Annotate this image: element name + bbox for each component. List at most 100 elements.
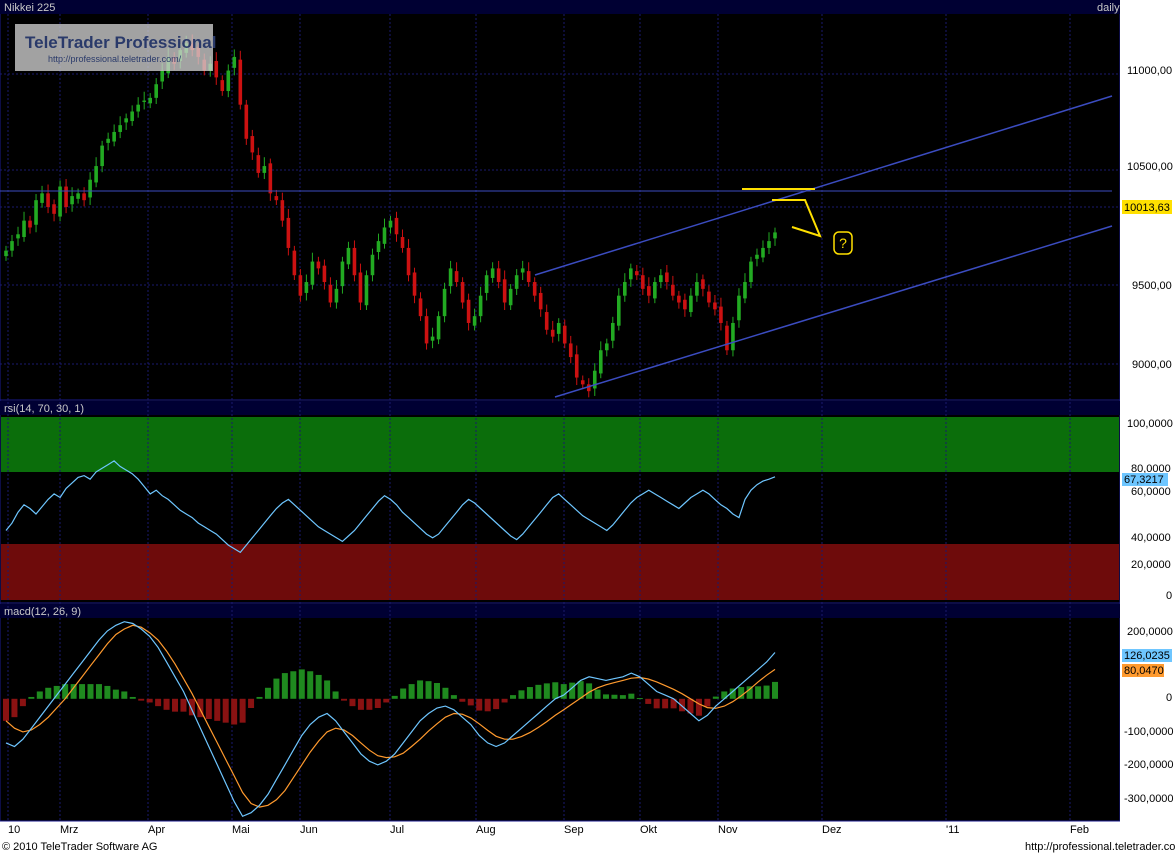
candle-body bbox=[767, 241, 771, 248]
candle-body bbox=[160, 70, 165, 82]
macd-histogram-bar bbox=[602, 694, 609, 699]
candle-body bbox=[653, 282, 657, 299]
candle-body bbox=[448, 268, 453, 287]
macd-histogram-bar bbox=[772, 681, 778, 699]
macd-histogram-bar bbox=[476, 698, 483, 711]
candle-body bbox=[556, 322, 561, 334]
candle-body bbox=[616, 295, 621, 326]
macd-tick-200: 200,0000 bbox=[1127, 626, 1173, 638]
month-label: Jun bbox=[300, 824, 318, 836]
candle-body bbox=[743, 282, 747, 299]
macd-histogram-bar bbox=[45, 687, 52, 699]
month-label: Mrz bbox=[60, 824, 78, 836]
candle-body bbox=[472, 316, 477, 326]
macd-histogram-bar bbox=[628, 693, 635, 699]
macd-histogram-bar bbox=[501, 698, 508, 703]
candle-body bbox=[635, 271, 639, 276]
candle-body bbox=[142, 100, 146, 102]
candle-body bbox=[376, 241, 381, 253]
macd-histogram-bar bbox=[417, 680, 424, 699]
candle-body bbox=[400, 237, 405, 248]
candle-body bbox=[526, 271, 531, 283]
candle-body bbox=[148, 97, 152, 104]
candle-body bbox=[707, 291, 711, 303]
x-axis-bg bbox=[0, 822, 1176, 836]
macd-histogram-bar bbox=[138, 698, 145, 701]
rsi-tick-100: 100,0000 bbox=[1127, 418, 1173, 430]
month-label: Nov bbox=[718, 824, 738, 836]
candle-body bbox=[346, 247, 351, 265]
candle-body bbox=[532, 282, 537, 296]
candle-body bbox=[112, 131, 116, 142]
candle-body bbox=[773, 232, 777, 239]
macd-histogram-bar bbox=[188, 698, 195, 716]
candle-body bbox=[725, 325, 729, 351]
candle-body bbox=[430, 336, 435, 341]
macd-histogram-bar bbox=[552, 682, 559, 699]
macd-histogram-bar bbox=[442, 687, 449, 699]
month-label: Okt bbox=[640, 824, 657, 836]
chart-canvas: ? TeleTrader Professional http://profess… bbox=[0, 0, 1176, 853]
macd-histogram-bar bbox=[332, 691, 339, 699]
rsi-last-value: 67,3217 bbox=[1124, 474, 1164, 486]
candle-body bbox=[520, 268, 525, 273]
candle-body bbox=[749, 261, 753, 283]
candle-body bbox=[550, 329, 555, 337]
macd-histogram-bar bbox=[763, 685, 770, 699]
macd-histogram-bar bbox=[712, 696, 719, 699]
macd-histogram-bar bbox=[526, 687, 533, 699]
candle-body bbox=[394, 217, 399, 235]
macd-histogram-bar bbox=[205, 698, 212, 719]
month-label: Sep bbox=[564, 824, 584, 836]
candle-body bbox=[100, 145, 104, 167]
macd-histogram-bar bbox=[653, 698, 660, 709]
price-last-value: 10013,63 bbox=[1124, 202, 1170, 214]
candle-body bbox=[238, 59, 243, 105]
macd-histogram-bar bbox=[79, 684, 86, 699]
macd-histogram-bar bbox=[256, 696, 263, 699]
price-tick-10500: 10500,00 bbox=[1127, 161, 1173, 173]
macd-title: macd(12, 26, 9) bbox=[4, 606, 81, 618]
candle-body bbox=[580, 380, 585, 385]
macd-histogram-bar bbox=[121, 691, 128, 699]
macd-tick-minus300: -300,0000 bbox=[1124, 793, 1174, 805]
candle-body bbox=[406, 247, 411, 276]
candle-body bbox=[34, 200, 38, 225]
candle-body bbox=[250, 136, 255, 153]
candle-body bbox=[544, 312, 549, 330]
footer-copyright: © 2010 TeleTrader Software AG bbox=[2, 841, 157, 853]
macd-histogram-bar bbox=[636, 698, 643, 700]
macd-histogram-bar bbox=[324, 680, 331, 699]
macd-histogram-bar bbox=[535, 684, 542, 699]
macd-histogram-bar bbox=[374, 698, 381, 708]
month-label: Apr bbox=[148, 824, 165, 836]
annotation-question-mark: ? bbox=[839, 235, 847, 251]
macd-histogram-bar bbox=[248, 698, 255, 708]
macd-histogram-bar bbox=[543, 683, 550, 699]
macd-histogram-bar bbox=[484, 698, 491, 712]
macd-histogram-bar bbox=[28, 696, 35, 699]
macd-histogram-bar bbox=[222, 698, 229, 723]
candle-body bbox=[629, 268, 633, 280]
candle-body bbox=[683, 299, 687, 310]
rsi-oversold-zone bbox=[1, 544, 1119, 600]
month-label: Jul bbox=[390, 824, 404, 836]
candle-body bbox=[274, 196, 279, 201]
candle-body bbox=[106, 138, 110, 143]
rsi-tick-20: 20,0000 bbox=[1131, 559, 1171, 571]
candle-body bbox=[604, 343, 609, 351]
candle-body bbox=[508, 288, 513, 306]
candle-body bbox=[731, 322, 735, 351]
candle-body bbox=[46, 193, 50, 207]
macd-histogram-bar bbox=[645, 698, 652, 704]
candle-body bbox=[442, 288, 447, 317]
candle-body bbox=[232, 56, 237, 68]
candle-body bbox=[484, 275, 489, 293]
watermark-url: http://professional.teletrader.com/ bbox=[48, 54, 182, 64]
candle-body bbox=[94, 166, 98, 183]
candle-body bbox=[436, 316, 441, 340]
macd-tick-0: 0 bbox=[1166, 692, 1172, 704]
macd-histogram-bar bbox=[569, 682, 576, 699]
macd-histogram-bar bbox=[95, 684, 102, 699]
macd-histogram-bar bbox=[146, 698, 153, 703]
